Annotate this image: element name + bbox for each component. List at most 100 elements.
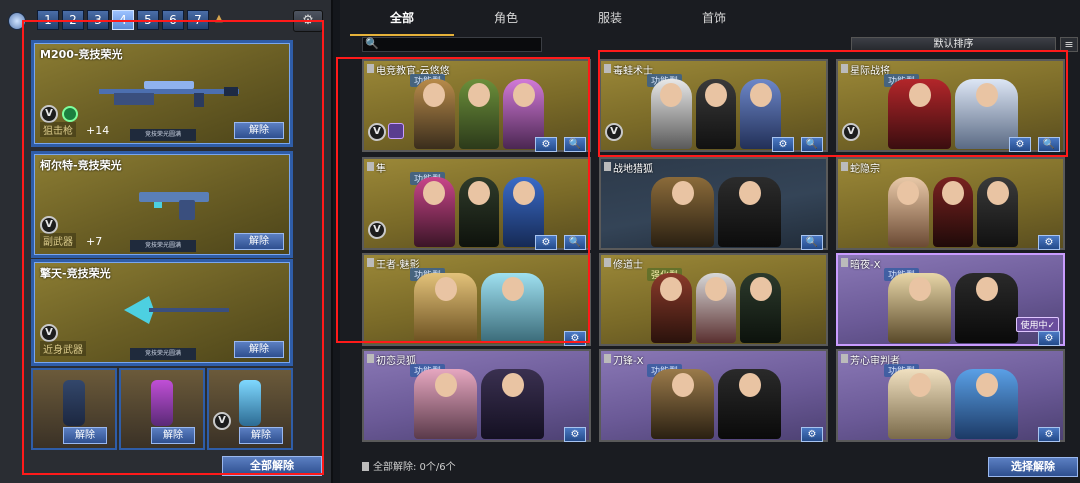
portrait [481, 273, 544, 343]
search-box: 🔍 [362, 37, 542, 52]
character-card[interactable]: 电竞教官-云悠悠 功能型 V ⚙ 🔍 [362, 59, 591, 152]
release-status-text: 全部解除: 0个/6个 [373, 462, 456, 473]
magnify-icon[interactable]: 🔍 [564, 137, 586, 152]
character-name: 隼 [376, 164, 386, 175]
honor-tag: 竞技荣光圆满 [130, 129, 196, 141]
grenade-slot[interactable]: 解除 [119, 368, 205, 450]
portrait [458, 177, 500, 247]
gear-icon[interactable]: ⚙ [535, 137, 557, 152]
page-tab-5[interactable]: 5 [137, 10, 159, 30]
weapon-level: +14 [86, 124, 110, 137]
page-tab-4[interactable]: 4 [112, 10, 134, 30]
release-button[interactable]: 解除 [239, 427, 283, 444]
gear-icon[interactable]: ⚙ [1038, 331, 1060, 346]
character-card[interactable]: 暗夜-X 功能型 使用中✓ ⚙ [836, 253, 1065, 346]
portrait [888, 273, 951, 343]
character-name: 蛇隐宗 [850, 164, 880, 175]
weapon-name: M200-竞技荣光 [40, 48, 123, 61]
character-card[interactable]: 星际战将 功能型 V ⚙ 🔍 [836, 59, 1065, 152]
tab-character[interactable]: 角色 [454, 0, 558, 36]
menu-icon[interactable]: ≡ [1060, 37, 1078, 52]
profile-icon[interactable] [8, 12, 26, 30]
character-card[interactable]: 刀锋-X 功能型 ⚙ [599, 349, 828, 442]
arrow-up-icon[interactable]: ▲ [212, 10, 226, 30]
grenade-slot[interactable]: 解除 [31, 368, 117, 450]
character-card[interactable]: 芳心审判者 功能型 ⚙ [836, 349, 1065, 442]
page-tab-2[interactable]: 2 [62, 10, 84, 30]
character-portraits [651, 173, 781, 247]
page-tab-1[interactable]: 1 [37, 10, 59, 30]
vip-badge-icon: V [368, 221, 386, 239]
portrait [458, 79, 500, 149]
gear-icon[interactable]: ⚙ [564, 427, 586, 442]
portrait [481, 369, 544, 439]
bookmark-icon [604, 64, 611, 73]
tab-accessory[interactable]: 首饰 [662, 0, 766, 36]
weapon-type: 副武器 [40, 233, 76, 248]
gear-icon[interactable]: ⚙ [1009, 137, 1031, 152]
character-card[interactable]: 初恋灵狐 功能型 ⚙ [362, 349, 591, 442]
portrait [740, 273, 782, 343]
page-tab-6[interactable]: 6 [162, 10, 184, 30]
gear-icon[interactable]: ⚙ [772, 137, 794, 152]
bookmark-icon [362, 462, 369, 471]
character-card[interactable]: 隼 功能型 V ⚙ 🔍 [362, 157, 591, 250]
release-button[interactable]: 解除 [63, 427, 107, 444]
search-input[interactable] [379, 38, 539, 51]
portrait [888, 79, 951, 149]
page-tab-7[interactable]: 7 [187, 10, 209, 30]
gear-icon[interactable]: ⚙ [1038, 427, 1060, 442]
release-button[interactable]: 解除 [234, 341, 284, 358]
release-button[interactable]: 解除 [151, 427, 195, 444]
character-portraits [414, 365, 544, 439]
magnify-icon[interactable]: 🔍 [564, 235, 586, 250]
portrait [932, 177, 974, 247]
portrait [955, 273, 1018, 343]
character-card[interactable]: 王者-魅影 功能型 ⚙ [362, 253, 591, 346]
tab-all[interactable]: 全部 [350, 0, 454, 36]
portrait [414, 177, 455, 247]
character-card[interactable]: 修道士 强化型 [599, 253, 828, 346]
vip-badge-icon: V [213, 412, 231, 430]
portrait [414, 273, 477, 343]
sniper-rifle-icon [99, 81, 239, 107]
grenade-slot[interactable]: V 解除 [207, 368, 293, 450]
character-name: 修道士 [613, 260, 643, 271]
character-card[interactable]: 毒蛙术士 功能型 V ⚙ 🔍 [599, 59, 828, 152]
weapon-card-melee[interactable]: 擎天-竞技荣光 V 近身武器 竞技荣光圆满 解除 [31, 259, 293, 366]
sort-dropdown[interactable]: 默认排序 [851, 37, 1056, 52]
weapon-card-secondary[interactable]: 柯尔特-竞技荣光 V 副武器 +7 竞技荣光圆满 解除 [31, 151, 293, 258]
release-all-button[interactable]: 全部解除 [222, 456, 322, 476]
portrait [695, 273, 737, 343]
weapon-name: 擎天-竞技荣光 [40, 267, 111, 280]
axe-icon [124, 296, 229, 324]
bookmark-icon [367, 258, 374, 267]
character-portraits [888, 173, 1019, 247]
character-name: 战地猎狐 [613, 164, 653, 175]
character-name: 暗夜-X [850, 260, 881, 271]
gear-icon[interactable]: ⚙ [535, 235, 557, 250]
character-portraits [414, 269, 544, 343]
character-card[interactable]: 蛇隐宗 ⚙ [836, 157, 1065, 250]
bookmark-icon [367, 64, 374, 73]
gear-icon[interactable]: ⚙ [564, 331, 586, 346]
weapon-name: 柯尔特-竞技荣光 [40, 159, 122, 172]
magnify-icon[interactable]: 🔍 [801, 235, 823, 250]
select-release-button[interactable]: 选择解除 [988, 457, 1078, 477]
weapon-card-primary[interactable]: M200-竞技荣光 V 狙击枪 +14 竞技荣光圆满 解除 [31, 40, 293, 147]
vip-badge-icon: V [842, 123, 860, 141]
settings-icon[interactable]: ⚙ [293, 10, 323, 32]
gear-icon[interactable]: ⚙ [1038, 235, 1060, 250]
portrait [651, 369, 714, 439]
weapon-type: 近身武器 [40, 341, 86, 356]
character-portraits [888, 269, 1018, 343]
gear-icon[interactable]: ⚙ [801, 427, 823, 442]
tab-clothing[interactable]: 服装 [558, 0, 662, 36]
page-tab-3[interactable]: 3 [87, 10, 109, 30]
release-status: 全部解除: 0个/6个 [362, 458, 456, 473]
character-card[interactable]: 战地猎狐 🔍 [599, 157, 828, 250]
magnify-icon[interactable]: 🔍 [1038, 137, 1060, 152]
release-button[interactable]: 解除 [234, 122, 284, 139]
release-button[interactable]: 解除 [234, 233, 284, 250]
magnify-icon[interactable]: 🔍 [801, 137, 823, 152]
